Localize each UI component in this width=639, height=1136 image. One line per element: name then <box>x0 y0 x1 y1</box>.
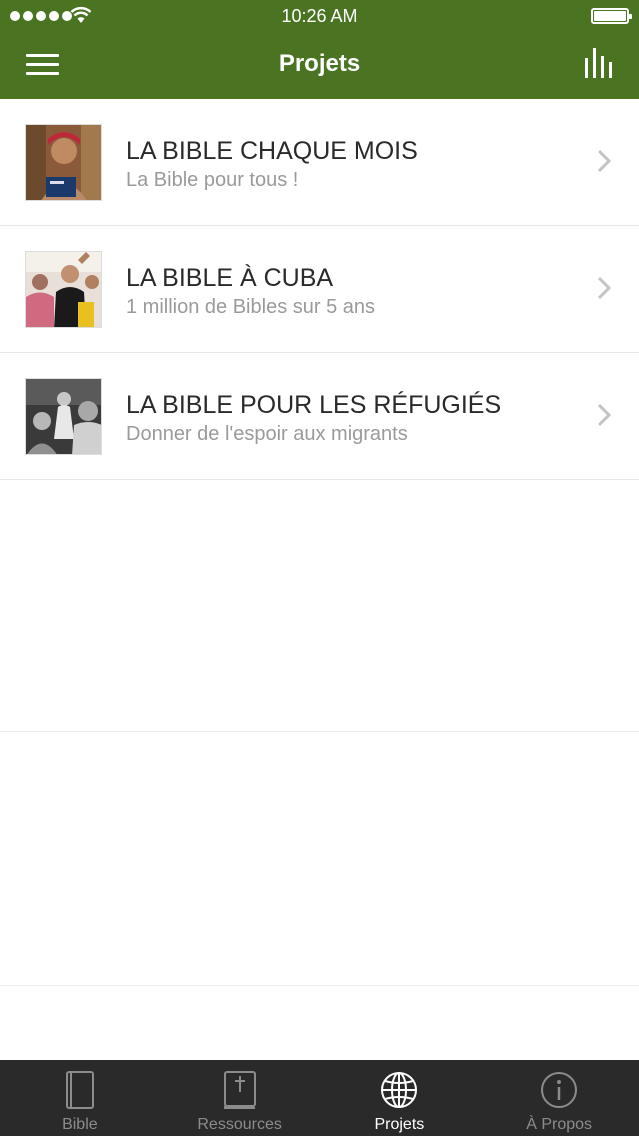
project-title: LA BIBLE CHAQUE MOIS <box>126 137 418 165</box>
tab-projets[interactable]: Projets <box>320 1060 480 1136</box>
tab-label: À Propos <box>526 1116 593 1133</box>
project-subtitle: Donner de l'espoir aux migrants <box>126 423 408 445</box>
empty-row-separator <box>0 731 639 732</box>
page-title: Projets <box>278 50 361 77</box>
project-row[interactable]: LA BIBLE POUR LES RÉFUGIÉS Donner de l'e… <box>0 353 639 480</box>
chevron-right-icon <box>597 403 611 427</box>
project-title: LA BIBLE POUR LES RÉFUGIÉS <box>126 391 502 419</box>
stats-chart-icon[interactable] <box>585 48 613 78</box>
globe-icon <box>381 1072 418 1108</box>
info-icon <box>541 1072 578 1108</box>
project-row[interactable]: LA BIBLE À CUBA 1 million de Bibles sur … <box>0 226 639 353</box>
tab-label: Ressources <box>197 1116 282 1133</box>
tab-ressources[interactable]: Ressources <box>160 1060 320 1136</box>
tab-bar: Bible Ressources Projets À Propos <box>0 1060 639 1136</box>
chevron-right-icon <box>597 276 611 300</box>
project-subtitle: 1 million de Bibles sur 5 ans <box>126 296 376 318</box>
project-thumbnail <box>25 251 102 328</box>
projects-list: LA BIBLE CHAQUE MOIS La Bible pour tous … <box>0 99 639 480</box>
tab-label: Bible <box>62 1116 98 1133</box>
tab-bible[interactable]: Bible <box>0 1060 160 1136</box>
project-subtitle: La Bible pour tous ! <box>126 169 299 191</box>
book-icon <box>65 1071 94 1109</box>
status-bar: 10:26 AM <box>0 0 639 32</box>
battery-icon <box>591 8 632 24</box>
project-row[interactable]: LA BIBLE CHAQUE MOIS La Bible pour tous … <box>0 99 639 226</box>
project-title: LA BIBLE À CUBA <box>126 264 334 292</box>
navigation-header: 10:26 AM Projets <box>0 0 639 99</box>
chevron-right-icon <box>597 149 611 173</box>
tab-label: Projets <box>374 1116 425 1133</box>
empty-row-separator <box>0 985 639 986</box>
tab-a-propos[interactable]: À Propos <box>479 1060 639 1136</box>
project-thumbnail <box>25 378 102 455</box>
status-time: 10:26 AM <box>281 6 358 26</box>
project-thumbnail <box>25 124 102 201</box>
bible-cross-icon <box>223 1071 256 1109</box>
